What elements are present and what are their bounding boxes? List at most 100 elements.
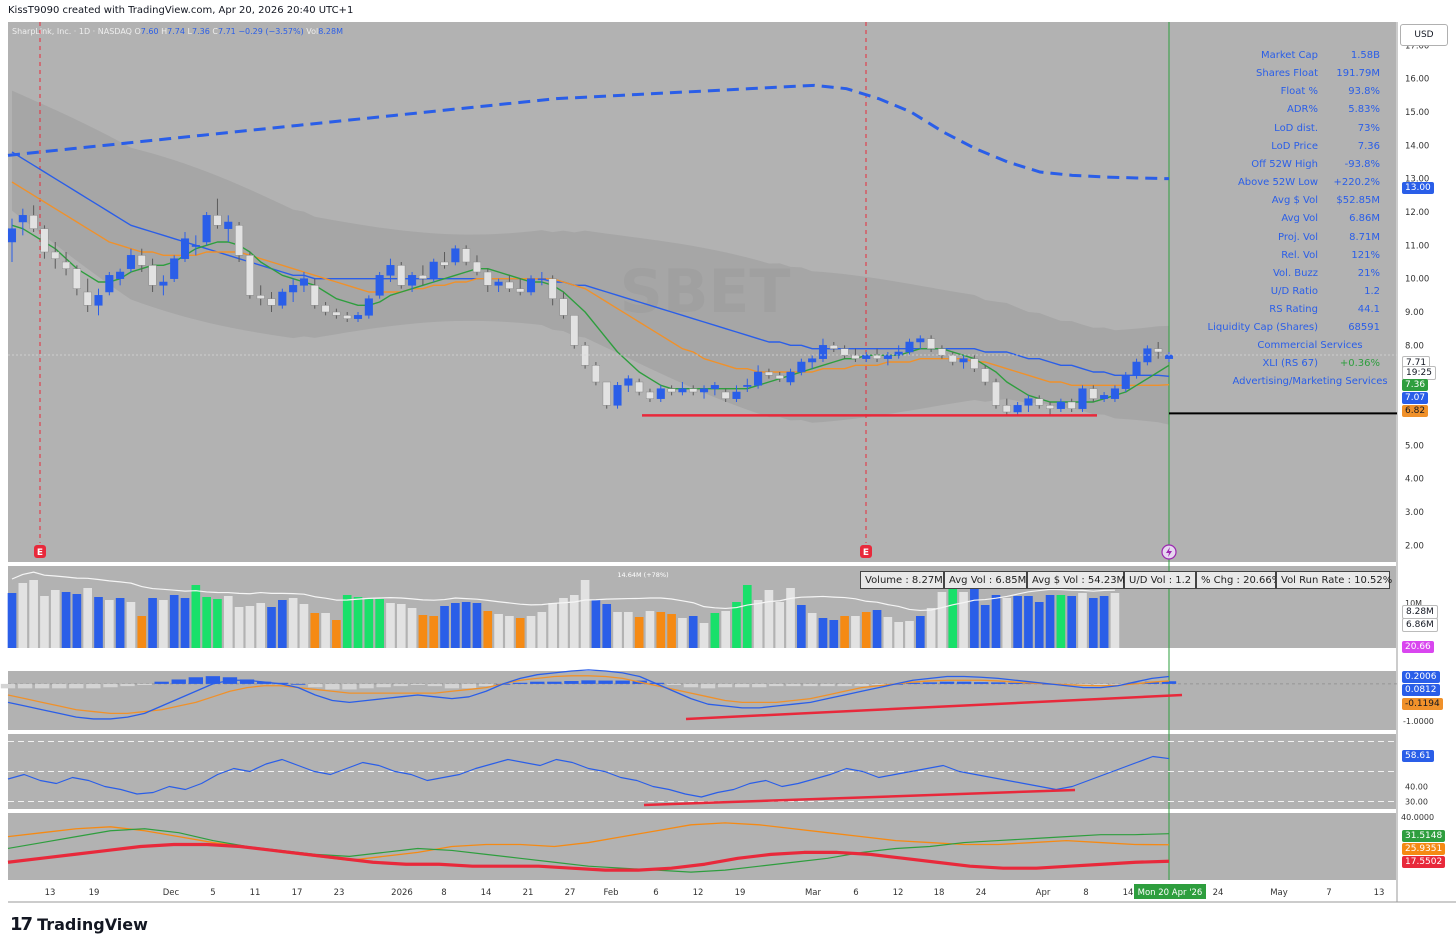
candle-body: [991, 381, 1001, 406]
currency-button[interactable]: USD: [1400, 24, 1448, 46]
candle-body: [105, 275, 114, 293]
candle-body: [851, 355, 860, 359]
candle-body: [905, 341, 914, 353]
tradingview-logo-icon: 17: [10, 914, 33, 935]
low-value: 7.36: [192, 27, 210, 36]
candle-body: [332, 311, 341, 316]
candle-body: [818, 345, 828, 359]
volume-bar: [148, 598, 157, 648]
stats-row: Avg Vol 6.86M: [1228, 213, 1388, 231]
stats-value: 1.2: [1364, 285, 1380, 297]
candle-body: [235, 225, 244, 256]
candle-body: [224, 221, 233, 229]
volume-bar: [256, 603, 266, 648]
volume-bar: [851, 616, 860, 648]
volume-bar: [7, 593, 17, 648]
candle-body: [159, 281, 168, 286]
volume-bar: [721, 611, 730, 648]
time-axis-label: Mar: [805, 888, 822, 898]
candle-body: [494, 281, 503, 286]
volume-bar: [494, 614, 503, 648]
change-value: −0.29 (−3.57%): [238, 27, 304, 36]
stats-value: 1.58B: [1350, 50, 1380, 61]
candle-body: [829, 345, 838, 349]
candle-body: [689, 388, 698, 393]
volume-peak-label: 14.64M (+78%): [617, 571, 668, 579]
volume-bar: [613, 612, 622, 648]
candle-body: [386, 265, 395, 276]
price-tick-label: 3.00: [1405, 508, 1424, 518]
macd-histogram-bar: [700, 683, 716, 689]
earnings-marker: E: [860, 545, 872, 558]
candle-body: [62, 261, 71, 269]
candle-body: [602, 381, 611, 406]
time-axis-label: 27: [565, 888, 576, 898]
macd-axis-tag: 0.2006: [1402, 671, 1440, 683]
stats-value: 5.83%: [1348, 104, 1380, 116]
candle-body: [1100, 395, 1109, 399]
volume-bar: [169, 595, 179, 648]
volume-bar: [548, 603, 557, 648]
sector-etf-row: XLI (RS 67) +0.36%: [1228, 358, 1388, 376]
open-value: 7.60: [140, 27, 159, 36]
volume-bar: [861, 612, 871, 648]
candle-body: [364, 298, 373, 316]
volume-value: 8.28M: [318, 27, 343, 36]
volume-bar: [937, 592, 947, 648]
candle-body: [299, 278, 308, 286]
candle-body: [754, 371, 763, 386]
candle-body: [981, 368, 990, 383]
stats-value: 191.79M: [1336, 68, 1380, 80]
volume-info-cell: Volume : 8.27M: [860, 571, 944, 589]
symbol-line[interactable]: SharpLink, Inc. · 1D · NASDAQ: [12, 27, 132, 36]
volume-info-cell: U/D Vol : 1.2: [1124, 571, 1196, 589]
stats-label: Off 52W High: [1251, 158, 1318, 170]
candle-body: [202, 215, 211, 243]
candle-body: [937, 348, 946, 356]
volume-bar: [688, 616, 698, 648]
volume-bar: [483, 611, 493, 648]
candle-body: [94, 295, 103, 306]
volume-bar: [1067, 596, 1077, 648]
macd-histogram-bar: [17, 683, 33, 689]
stats-row: Shares Float 191.79M: [1228, 68, 1388, 86]
candle-body: [440, 261, 449, 266]
candle-body: [1078, 388, 1087, 409]
time-axis-label: 21: [523, 888, 534, 898]
macd-histogram-bar: [666, 683, 682, 686]
candle-body: [126, 255, 135, 269]
time-axis-label: Mon 20 Apr '26: [1138, 888, 1203, 898]
stats-row: Off 52W High -93.8%: [1228, 159, 1388, 177]
time-axis-label: 2026: [391, 888, 413, 898]
volume-bar: [342, 595, 352, 648]
time-axis-label: 24: [1213, 888, 1224, 898]
tradingview-logo[interactable]: 17 TradingView: [10, 914, 148, 935]
time-axis-label: 12: [693, 888, 704, 898]
volume-bar: [1099, 596, 1109, 648]
candle-body: [1013, 405, 1022, 413]
macd-histogram-bar: [803, 683, 818, 687]
volume-axis-tag: 6.86M: [1402, 618, 1438, 632]
macd-histogram-bar: [478, 683, 494, 687]
volume-info-cell: Avg $ Vol : 54.23M: [1027, 571, 1125, 589]
candle-body: [1056, 401, 1065, 409]
stats-label: Avg $ Vol: [1271, 195, 1318, 207]
volume-bar: [840, 616, 849, 648]
stats-label: Rel. Vol: [1281, 249, 1318, 261]
volume-bar: [515, 618, 525, 648]
candle-body: [148, 265, 157, 286]
volume-bar: [959, 592, 968, 648]
candle-body: [667, 388, 676, 393]
macd-histogram-bar: [69, 683, 84, 689]
time-axis-label: 8: [1083, 888, 1088, 898]
time-axis-label: 24: [976, 888, 987, 898]
candle-body: [213, 215, 222, 226]
stats-label: Proj. Vol: [1278, 231, 1318, 243]
time-axis-label: 18: [934, 888, 945, 898]
volume-bar: [234, 607, 244, 648]
macd-histogram-bar: [188, 677, 203, 684]
volume-bar: [710, 613, 720, 648]
volume-bar: [569, 595, 579, 648]
stats-value: +220.2%: [1333, 177, 1380, 189]
stats-value: 8.71M: [1349, 231, 1380, 243]
